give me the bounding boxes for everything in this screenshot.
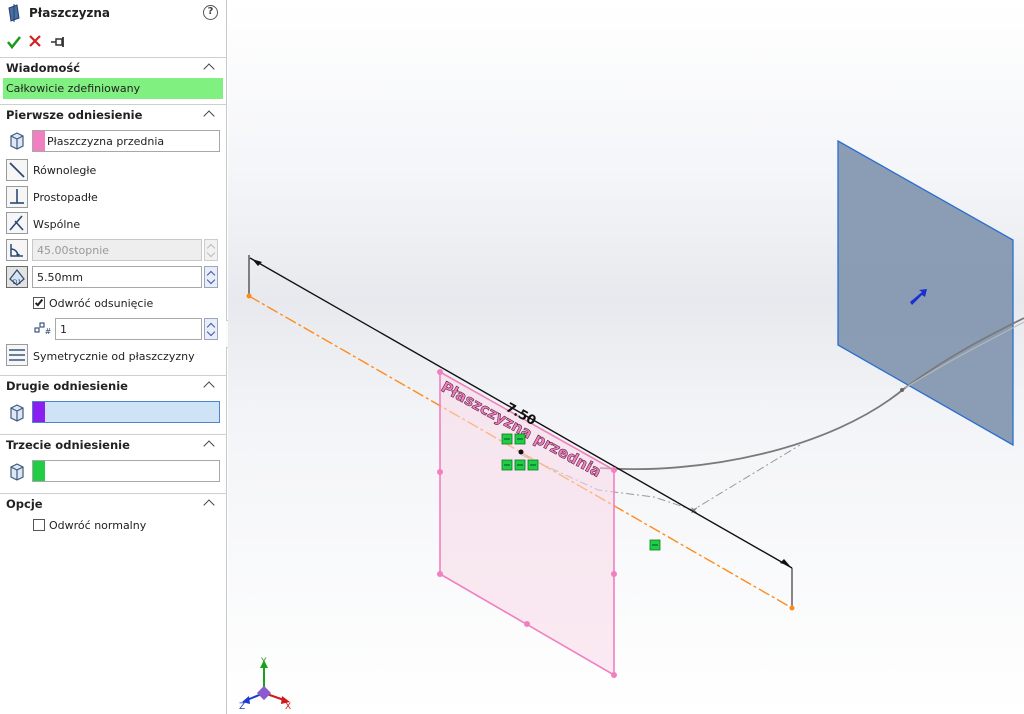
offset-line-endpoint[interactable] [789,605,795,611]
offset-distance-value: 5.50mm [37,271,83,284]
triad-y-label: Y [260,657,267,667]
second-reference-label: Drugie odniesienie [6,379,128,393]
flip-offset-checkbox[interactable] [33,297,45,309]
parallel-button[interactable] [6,159,28,181]
second-reference-header[interactable]: Drugie odniesienie [0,375,227,395]
plane-handle[interactable] [611,672,617,678]
pushpin-icon[interactable] [50,35,66,49]
chevron-up-icon [203,440,215,452]
mid-plane-label: Symetrycznie od płaszczyzny [33,350,195,363]
second-reference-selection[interactable] [32,401,220,423]
offset-line-endpoint[interactable] [246,293,252,299]
third-reference-selection[interactable] [32,460,220,482]
origin-point[interactable] [518,449,524,455]
reference-face-icon [10,132,24,150]
mid-plane-button[interactable] [6,344,28,366]
perpendicular-icon [10,189,24,204]
parallel-label: Równoległe [33,164,97,177]
status-message: Całkowicie zdefiniowany [3,78,223,99]
chevron-up-icon [203,499,215,511]
plane-handle[interactable] [611,571,617,577]
offset-distance-button[interactable]: D1 [6,266,28,288]
triad-x-label: X [285,702,291,712]
dimension-arrow-icon [780,559,790,566]
panel-title-bar: Płaszczyzna ? [0,0,227,27]
dimension-arrow-icon [252,259,262,266]
panel-title: Płaszczyzna [29,6,111,20]
first-reference-value: Płaszczyzna przednia [47,135,165,148]
coincident-label: Wspólne [33,218,81,231]
instances-value: 1 [60,323,67,336]
flip-normal-label: Odwróć normalny [49,519,147,532]
selection-color-swatch [33,461,45,481]
action-buttons [4,32,84,52]
angle-input[interactable]: 45.00stopnie [32,239,202,261]
angle-button[interactable] [6,239,28,261]
graphics-viewport[interactable]: ✕ 7.50 Płaszczyzna przednia [228,0,1024,714]
instances-spinner[interactable] [204,318,218,340]
triad-z-label: Z [239,702,245,712]
close-icon[interactable] [28,34,42,48]
plane-handle[interactable] [524,621,530,627]
offset-distance-icon: D1 [9,269,25,286]
offset-distance-input[interactable]: 5.50mm [32,266,202,288]
plane-handle[interactable] [437,469,443,475]
angle-spinner[interactable] [204,239,218,261]
flip-normal-checkbox[interactable] [33,519,45,531]
flip-offset-label: Odwróć odsunięcie [49,297,154,310]
angle-icon [10,244,23,257]
selection-color-swatch [33,131,45,151]
curve-point[interactable] [900,388,904,392]
offset-distance-spinner[interactable] [204,266,218,288]
help-icon[interactable]: ? [203,5,218,20]
coincident-button[interactable] [6,212,28,234]
third-reference-label: Trzecie odniesienie [6,438,130,452]
chevron-up-icon [203,110,215,122]
instances-icon: # [34,322,52,336]
property-manager-panel: Płaszczyzna ? Wiadomość Całkowicie zdefi… [0,0,227,714]
3d-scene[interactable]: ✕ 7.50 Płaszczyzna przednia [228,0,1024,714]
first-reference-label: Pierwsze odniesienie [6,108,143,122]
plane-handle[interactable] [611,467,617,473]
first-reference-header[interactable]: Pierwsze odniesienie [0,104,227,124]
svg-text:D1: D1 [13,279,22,286]
plane-handle[interactable] [437,571,443,577]
options-section-header[interactable]: Opcje [0,493,227,513]
perpendicular-label: Prostopadłe [33,191,98,204]
chevron-up-icon [203,381,215,393]
plane-handle[interactable] [437,369,443,375]
check-icon[interactable] [6,34,22,50]
parallel-icon [9,162,25,178]
selection-color-swatch [33,402,45,422]
reference-face-icon [10,463,24,481]
coincident-icon [9,215,24,231]
perpendicular-button[interactable] [6,186,28,208]
reference-face-icon [10,404,24,422]
first-reference-selection[interactable]: Płaszczyzna przednia [32,130,220,152]
angle-value: 45.00stopnie [37,244,110,257]
view-triad: Y X Z [239,657,291,712]
svg-text:#: # [45,327,52,336]
message-section-label: Wiadomość [6,61,81,75]
plane-feature-icon [8,4,20,22]
instances-input[interactable]: 1 [55,318,202,340]
message-section-header[interactable]: Wiadomość [0,57,227,77]
third-reference-header[interactable]: Trzecie odniesienie [0,434,227,454]
options-section-label: Opcje [6,497,43,511]
check-mark-icon [34,297,44,307]
chevron-up-icon [203,63,215,75]
mid-plane-icon [9,349,25,361]
